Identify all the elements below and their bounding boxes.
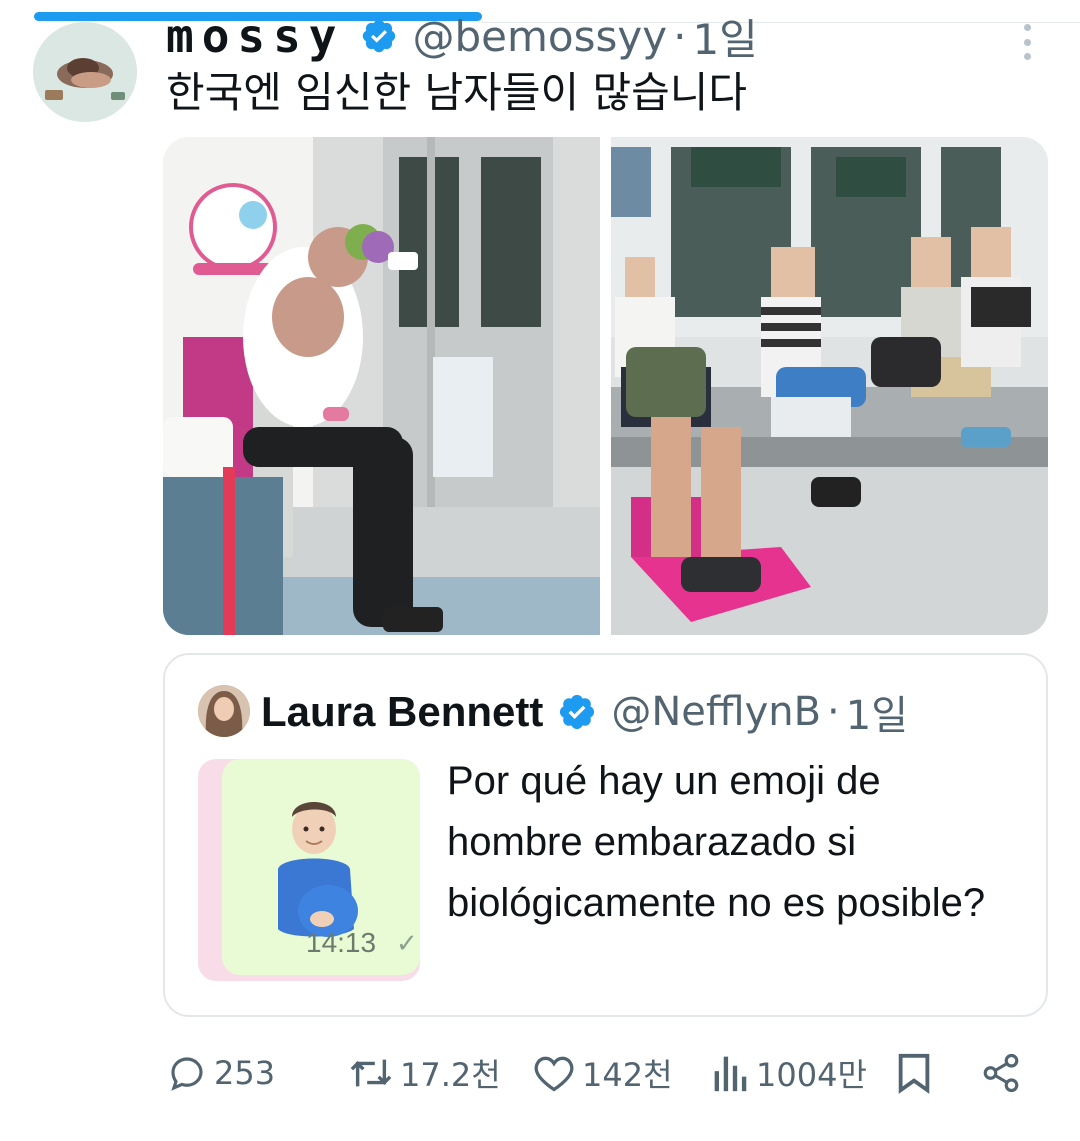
avatar[interactable] [33,22,137,122]
quote-avatar-image [198,685,250,737]
quote-avatar[interactable] [198,685,250,737]
retweet-button[interactable]: 17.2천 [348,1050,501,1096]
reply-button[interactable]: 253 [166,1050,275,1096]
chat-bubble: 14:13 ✓✓ [222,759,420,975]
subway-photo-right[interactable] [611,137,1048,635]
action-bar: 253 17.2천 142천 1004만 [0,1040,1080,1106]
verified-icon [560,694,595,730]
more-icon[interactable] [1014,24,1040,60]
views-icon [714,1056,747,1092]
tweet-header: mossy @bemossyy · 1일 [166,10,758,62]
quote-text: Por qué hay un emoji de hombre embarazad… [447,759,986,925]
like-count: 142천 [582,1056,673,1094]
like-button[interactable]: 142천 [532,1050,673,1096]
photo-subway-right [611,137,1048,635]
share-button[interactable] [980,1050,1022,1096]
avatar-illustration [33,22,137,122]
quote-timestamp[interactable]: 1일 [846,683,908,741]
like-icon [534,1056,574,1092]
display-name[interactable]: mossy [166,10,344,62]
verified-icon [363,19,396,53]
message-time: 14:13 [306,927,377,958]
quote-separator: · [827,689,840,735]
quoted-tweet[interactable]: Laura Bennett @NefflynB · 1일 14:13 ✓✓ Po… [163,653,1048,1017]
bookmark-button[interactable] [896,1050,932,1096]
handle[interactable]: @bemossyy [412,12,667,61]
subway-photo-left[interactable] [163,137,600,635]
view-count: 1004만 [756,1056,867,1094]
retweet-count: 17.2천 [400,1056,501,1094]
views-button[interactable]: 1004만 [712,1050,867,1096]
quote-display-name[interactable]: Laura Bennett [261,688,543,736]
media-grid [163,137,1048,635]
tweet-text: 한국엔 임신한 남자들이 많습니다 [166,68,748,117]
double-check-icon: ✓✓ [396,929,420,959]
timestamp[interactable]: 1일 [692,10,757,63]
quote-media-thumbnail[interactable]: 14:13 ✓✓ [198,759,420,981]
bookmark-icon [898,1053,930,1094]
retweet-icon [350,1059,392,1087]
quote-handle[interactable]: @NefflynB [611,689,821,735]
reply-count: 253 [214,1054,276,1092]
share-icon [983,1053,1019,1093]
quote-header: Laura Bennett @NefflynB · 1일 [261,683,908,741]
separator: · [673,11,687,61]
reply-icon [171,1057,203,1091]
photo-subway-left [163,137,600,635]
